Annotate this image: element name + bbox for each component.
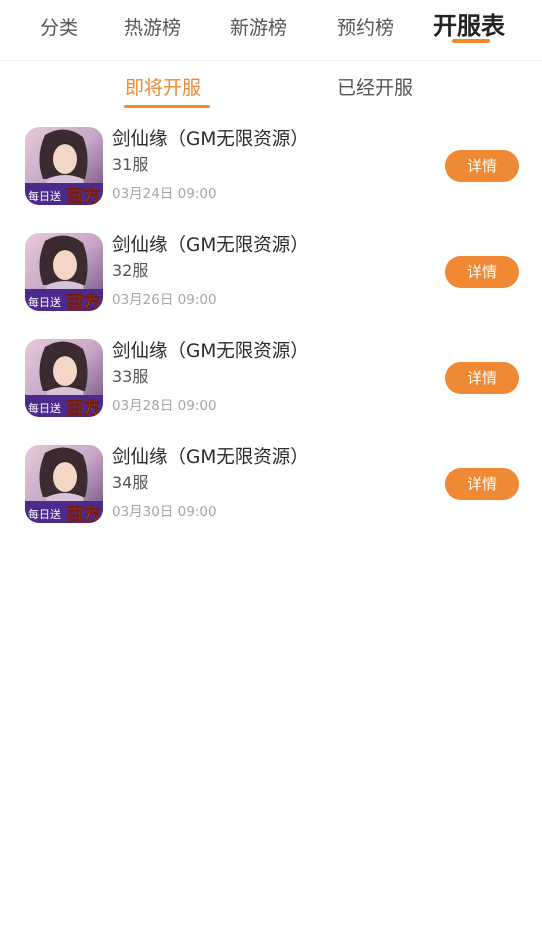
- game-icon-art: 每日送 百方: [25, 127, 103, 205]
- detail-button[interactable]: 详情: [445, 150, 519, 182]
- open-time: 03月28日 09:00: [112, 398, 217, 414]
- svg-text:百方: 百方: [66, 504, 100, 523]
- list-item[interactable]: 每日送 百方 剑仙缘（GM无限资源） 34服 03月30日 09:00 详情: [0, 445, 542, 551]
- tab-hot-games[interactable]: 热游榜: [124, 14, 181, 42]
- svg-text:每日送: 每日送: [28, 507, 61, 521]
- svg-text:百方: 百方: [66, 186, 100, 205]
- detail-button[interactable]: 详情: [445, 256, 519, 288]
- subtab-opened[interactable]: 已经开服: [337, 74, 413, 102]
- game-icon: 每日送 百方: [25, 127, 103, 205]
- svg-text:每日送: 每日送: [28, 401, 61, 415]
- open-time: 03月26日 09:00: [112, 292, 217, 308]
- open-time: 03月24日 09:00: [112, 186, 217, 202]
- game-name: 剑仙缘（GM无限资源）: [112, 235, 309, 256]
- game-icon-art: 每日送 百方: [25, 233, 103, 311]
- game-icon: 每日送 百方: [25, 233, 103, 311]
- game-server: 33服: [112, 367, 149, 386]
- icon-banner-text: 每日送: [28, 189, 61, 203]
- top-nav: 分类 热游榜 新游榜 预约榜 开服表: [0, 0, 542, 61]
- game-server: 32服: [112, 261, 149, 280]
- tab-server-schedule[interactable]: 开服表: [433, 12, 505, 40]
- game-name: 剑仙缘（GM无限资源）: [112, 447, 309, 468]
- list-item[interactable]: 每日送 百方 剑仙缘（GM无限资源） 31服 03月24日 09:00 详情: [0, 127, 542, 233]
- list-item[interactable]: 每日送 百方 剑仙缘（GM无限资源） 33服 03月28日 09:00 详情: [0, 339, 542, 445]
- svg-text:百方: 百方: [66, 292, 100, 311]
- svg-text:每日送: 每日送: [28, 295, 61, 309]
- tab-reservation[interactable]: 预约榜: [337, 14, 394, 42]
- svg-text:百方: 百方: [66, 398, 100, 417]
- detail-button[interactable]: 详情: [445, 468, 519, 500]
- game-name: 剑仙缘（GM无限资源）: [112, 129, 309, 150]
- game-icon-art: 每日送 百方: [25, 445, 103, 523]
- list-item[interactable]: 每日送 百方 剑仙缘（GM无限资源） 32服 03月26日 09:00 详情: [0, 233, 542, 339]
- game-server: 34服: [112, 473, 149, 492]
- game-icon: 每日送 百方: [25, 339, 103, 417]
- game-icon-art: 每日送 百方: [25, 339, 103, 417]
- open-time: 03月30日 09:00: [112, 504, 217, 520]
- subtab-indicator: [124, 105, 210, 108]
- game-server: 31服: [112, 155, 149, 174]
- game-name: 剑仙缘（GM无限资源）: [112, 341, 309, 362]
- subtab-upcoming[interactable]: 即将开服: [125, 74, 201, 102]
- game-icon: 每日送 百方: [25, 445, 103, 523]
- tab-new-games[interactable]: 新游榜: [230, 14, 287, 42]
- tab-category[interactable]: 分类: [40, 14, 78, 42]
- detail-button[interactable]: 详情: [445, 362, 519, 394]
